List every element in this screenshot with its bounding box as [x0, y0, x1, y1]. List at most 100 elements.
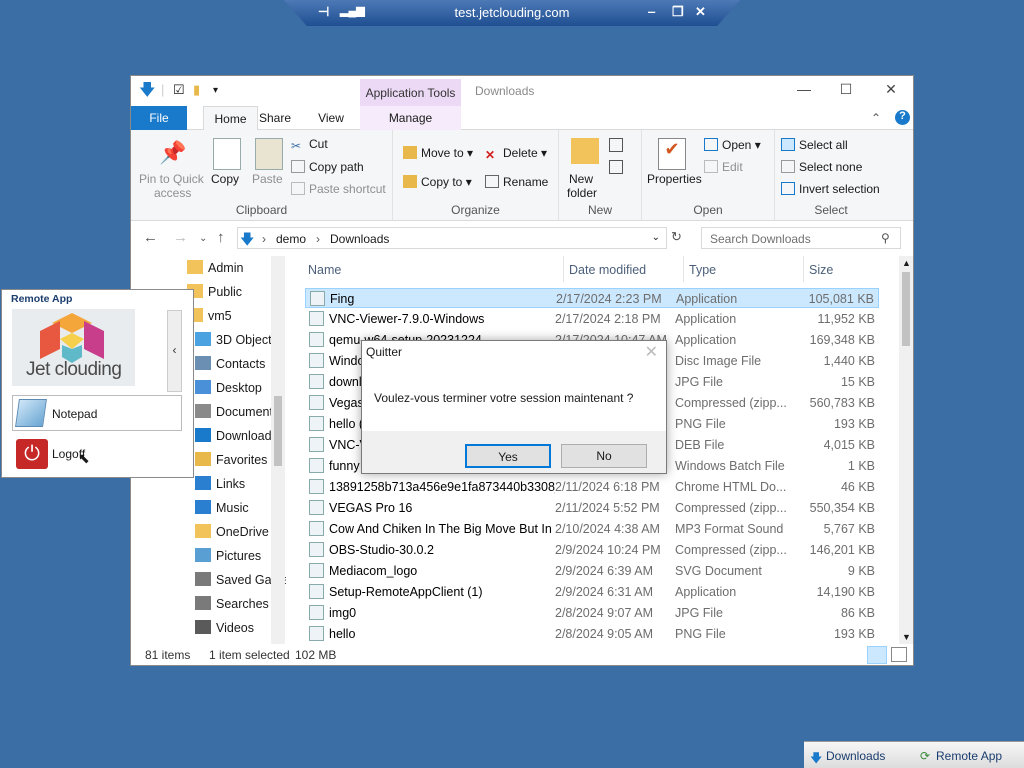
nav-item[interactable]: Music: [195, 500, 249, 524]
up-button[interactable]: ↑: [217, 229, 225, 246]
close-icon[interactable]: ✕: [695, 4, 706, 20]
column-type[interactable]: Type: [689, 263, 716, 277]
close-button[interactable]: ✕: [876, 81, 906, 98]
nav-item-label: Pictures: [216, 549, 262, 563]
restore-icon[interactable]: ❐: [672, 4, 684, 20]
dialog-message: Voulez-vous terminer votre session maint…: [374, 391, 634, 405]
yes-button[interactable]: Yes: [465, 444, 551, 468]
nav-item[interactable]: Admin: [187, 260, 243, 284]
select-all-button[interactable]: Select all: [799, 138, 848, 152]
back-button[interactable]: ←: [143, 229, 158, 246]
new-folder-icon[interactable]: ▮: [193, 82, 200, 98]
easy-access-icon[interactable]: [609, 160, 623, 174]
nav-item[interactable]: Desktop: [195, 380, 262, 404]
nav-scrollbar[interactable]: [271, 256, 285, 644]
nav-item[interactable]: Searches: [195, 596, 269, 620]
item-count: 81 items: [145, 648, 191, 662]
recent-dropdown-icon[interactable]: ⌄: [199, 233, 207, 244]
folder-icon: [195, 596, 211, 610]
taskbar-remote-app[interactable]: Remote App: [936, 749, 1002, 763]
nav-item[interactable]: Pictures: [195, 548, 261, 572]
paste-icon: [255, 138, 283, 170]
dialog-close-icon[interactable]: ✕: [645, 342, 658, 362]
copy-path-button[interactable]: Copy path: [309, 160, 364, 174]
copy-to-button[interactable]: Copy to: [421, 175, 462, 189]
taskbar: 🡇 Downloads ⟳ Remote App: [804, 741, 1024, 768]
column-name[interactable]: Name: [308, 263, 341, 277]
list-scrollbar[interactable]: ▲ ▼: [899, 256, 913, 644]
nav-item[interactable]: 3D Objects: [195, 332, 278, 356]
no-button[interactable]: No: [561, 444, 647, 468]
file-name: VEGAS Pro 16: [329, 501, 413, 515]
delete-button[interactable]: Delete: [503, 146, 538, 160]
tab-manage[interactable]: Manage: [360, 106, 461, 130]
file-row[interactable]: hello 2/8/2024 9:05 AM PNG File 193 KB: [305, 624, 879, 644]
nav-item[interactable]: OneDrive: [195, 524, 269, 548]
edit-button[interactable]: Edit: [722, 160, 743, 174]
large-icons-view-icon[interactable]: [891, 647, 907, 662]
file-row[interactable]: 13891258b713a456e9e1fa873440b3308_3T...2…: [305, 477, 879, 497]
column-size[interactable]: Size: [809, 263, 833, 277]
nav-item[interactable]: Downloads: [195, 428, 278, 452]
collapse-ribbon-icon[interactable]: ⌃: [871, 111, 881, 125]
scroll-thumb[interactable]: [902, 272, 910, 346]
forward-button[interactable]: →: [173, 229, 188, 246]
path-dropdown-icon[interactable]: ⌄: [652, 232, 660, 243]
collapse-panel-button[interactable]: ‹: [167, 310, 182, 392]
search-input[interactable]: Search Downloads: [701, 227, 901, 249]
column-date[interactable]: Date modified: [569, 263, 646, 277]
notepad-app[interactable]: Notepad: [12, 395, 182, 431]
folder-icon: [195, 548, 211, 562]
nav-item[interactable]: Favorites: [195, 452, 267, 476]
nav-item[interactable]: Links: [195, 476, 245, 500]
properties-button[interactable]: Properties: [647, 172, 702, 186]
select-none-button[interactable]: Select none: [799, 160, 862, 174]
details-view-icon[interactable]: [867, 646, 887, 664]
breadcrumb-downloads[interactable]: Downloads: [330, 232, 389, 246]
file-row[interactable]: OBS-Studio-30.0.2 2/9/2024 10:24 PM Compre…: [305, 540, 879, 560]
nav-item-label: OneDrive: [216, 525, 269, 539]
nav-item-label: Desktop: [216, 381, 262, 395]
nav-item[interactable]: Public: [187, 284, 242, 308]
help-icon[interactable]: ?: [895, 110, 910, 125]
path-box[interactable]: 🡇 › demo › Downloads ⌄: [237, 227, 667, 249]
scroll-down-icon[interactable]: ▼: [902, 632, 911, 642]
tab-home[interactable]: Home: [203, 106, 258, 131]
scroll-up-icon[interactable]: ▲: [902, 258, 911, 268]
new-item-icon[interactable]: [609, 138, 623, 152]
nav-item[interactable]: Contacts: [195, 356, 265, 380]
file-row[interactable]: Cow And Chiken In The Big Move But In ..…: [305, 519, 879, 539]
minimize-button[interactable]: —: [789, 81, 819, 97]
invert-selection-button[interactable]: Invert selection: [799, 182, 880, 196]
qa-dropdown-icon[interactable]: ▾: [213, 85, 218, 96]
properties-icon[interactable]: ☑: [173, 82, 185, 98]
cut-button[interactable]: Cut: [309, 137, 328, 151]
tab-view[interactable]: View: [316, 106, 346, 130]
taskbar-downloads[interactable]: Downloads: [826, 749, 885, 763]
refresh-icon[interactable]: ↻: [671, 229, 682, 245]
paste-button[interactable]: Paste: [252, 172, 283, 186]
file-row[interactable]: img0 2/8/2024 9:07 AM JPG File 86 KB: [305, 603, 879, 623]
breadcrumb-demo[interactable]: demo: [276, 232, 306, 246]
maximize-button[interactable]: ☐: [831, 81, 861, 98]
move-to-button[interactable]: Move to: [421, 146, 464, 160]
file-row[interactable]: VEGAS Pro 16 2/11/2024 5:52 PM Compressed …: [305, 498, 879, 518]
paste-shortcut-button[interactable]: Paste shortcut: [309, 182, 386, 196]
nav-item[interactable]: Videos: [195, 620, 254, 644]
rename-button[interactable]: Rename: [503, 175, 548, 189]
file-row[interactable]: VNC-Viewer-7.9.0-Windows 2/17/2024 2:18 P…: [305, 309, 879, 329]
file-row[interactable]: Fing 2/17/2024 2:23 PM Application 105,081 …: [305, 288, 879, 308]
file-name: Setup-RemoteAppClient (1): [329, 585, 483, 599]
tab-file[interactable]: File: [131, 106, 187, 130]
tab-share[interactable]: Share: [259, 106, 291, 130]
logoff-app[interactable]: ⏻ Logoff ⬉: [12, 435, 182, 471]
file-row[interactable]: Mediacom_logo 2/9/2024 6:39 AM SVG Documen…: [305, 561, 879, 581]
file-row[interactable]: Setup-RemoteAppClient (1) 2/9/2024 6:31 A…: [305, 582, 879, 602]
copy-button[interactable]: Copy: [211, 172, 239, 186]
new-folder-button[interactable]: New: [569, 172, 593, 186]
minimize-icon[interactable]: ‒: [648, 4, 655, 19]
nav-item[interactable]: Documents: [195, 404, 279, 428]
pin-quick-access-button[interactable]: Pin to Quick: [139, 172, 204, 186]
open-button[interactable]: Open: [722, 138, 751, 152]
nav-item-label: vm5: [208, 309, 232, 323]
